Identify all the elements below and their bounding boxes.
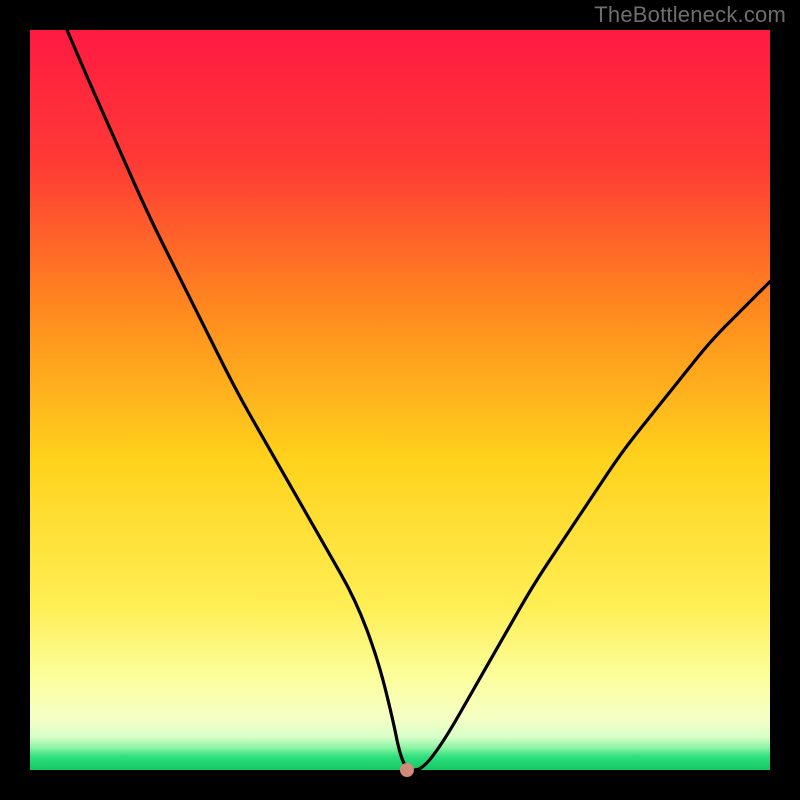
watermark-text: TheBottleneck.com — [594, 2, 786, 28]
plot-frame — [30, 30, 770, 770]
chart-container: TheBottleneck.com — [0, 0, 800, 800]
optimal-point-marker — [400, 763, 414, 777]
gradient-background — [30, 30, 770, 770]
